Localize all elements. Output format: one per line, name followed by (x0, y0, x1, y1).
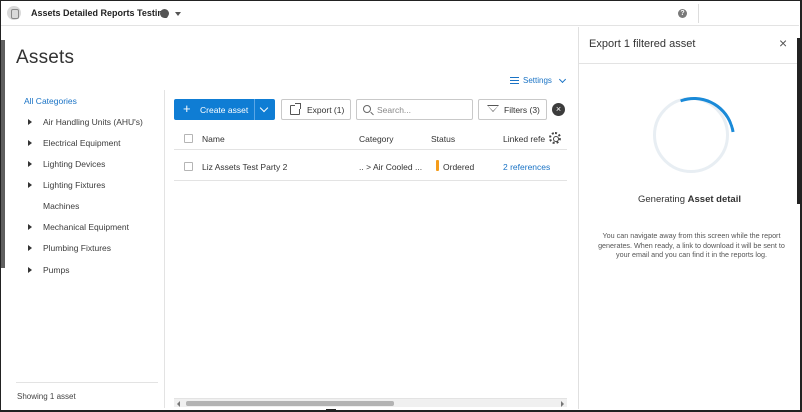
expand-arrow-icon[interactable] (28, 119, 32, 125)
sidebar-item-label: Electrical Equipment (43, 138, 121, 148)
asset-status: Ordered (443, 162, 475, 172)
scrollbar-thumb[interactable] (186, 401, 394, 406)
search-input[interactable] (377, 103, 469, 117)
horizontal-scrollbar[interactable] (174, 398, 567, 407)
select-all-checkbox[interactable] (184, 134, 193, 143)
panel-scrollbar[interactable] (797, 38, 800, 204)
loading-spinner (653, 97, 729, 173)
scroll-left-icon[interactable] (177, 401, 180, 407)
divider (254, 99, 255, 120)
project-title[interactable]: Assets Detailed Reports Testing (31, 8, 168, 18)
chevron-down-icon (558, 75, 566, 83)
expand-arrow-icon[interactable] (28, 182, 32, 188)
expand-arrow-icon[interactable] (28, 140, 32, 146)
sidebar-item-label: Machines (43, 201, 80, 211)
scroll-right-icon[interactable] (561, 401, 564, 407)
export-note: You can navigate away from this screen w… (598, 231, 785, 260)
expand-arrow-icon[interactable] (28, 224, 32, 230)
generating-prefix: Generating (638, 194, 688, 205)
linked-references-link[interactable]: 2 references (503, 162, 550, 172)
gear-icon[interactable] (549, 132, 561, 144)
asset-name[interactable]: Liz Assets Test Party 2 (202, 162, 287, 172)
export-panel: Export 1 filtered asset × Generating Ass… (578, 27, 800, 409)
expand-arrow-icon[interactable] (28, 245, 32, 251)
divider (698, 4, 699, 23)
create-asset-label: Create asset (200, 105, 249, 115)
sidebar-item-label: Pumps (43, 265, 70, 275)
expand-arrow-icon[interactable] (28, 267, 32, 273)
search-box[interactable] (356, 99, 473, 120)
column-header-status[interactable]: Status (431, 134, 455, 144)
result-count: Showing 1 asset (17, 392, 76, 401)
sidebar-item-label: Air Handling Units (AHU's) (43, 117, 143, 127)
app-logo-icon[interactable] (7, 6, 21, 20)
search-icon (363, 105, 371, 113)
filters-button[interactable]: Filters (3) (478, 99, 547, 120)
close-icon[interactable]: × (779, 36, 787, 50)
export-icon (290, 103, 301, 115)
settings-label: Settings (523, 76, 552, 85)
globe-icon[interactable] (160, 9, 169, 18)
sliders-icon (510, 76, 519, 85)
category-sidebar: All Categories Air Handling Units (AHU's… (6, 90, 165, 408)
top-bar: Assets Detailed Reports Testing ? (1, 1, 799, 26)
divider (579, 63, 800, 64)
export-label: Export (1) (307, 105, 345, 115)
chevron-down-icon[interactable] (259, 103, 269, 113)
left-edge-bar (1, 40, 5, 268)
column-header-linked[interactable]: Linked refe (503, 134, 545, 144)
column-header-name[interactable]: Name (202, 134, 225, 144)
row-checkbox[interactable] (184, 162, 193, 171)
settings-button[interactable]: Settings (510, 75, 566, 85)
plus-icon: + (183, 101, 191, 116)
filter-icon (487, 105, 499, 112)
table-row[interactable]: Liz Assets Test Party 2 .. > Air Cooled … (174, 153, 567, 181)
sidebar-item-label: Lighting Devices (43, 159, 106, 169)
create-asset-button[interactable]: + Create asset (174, 99, 275, 120)
export-button[interactable]: Export (1) (281, 99, 351, 120)
status-indicator (436, 160, 439, 171)
sidebar-item-label: Lighting Fixtures (43, 180, 106, 190)
expand-arrow-icon[interactable] (28, 161, 32, 167)
filters-label: Filters (3) (504, 105, 540, 115)
divider (16, 382, 158, 383)
sidebar-item-all-categories[interactable]: All Categories (24, 96, 77, 106)
clear-filters-icon[interactable]: × (552, 103, 565, 116)
sidebar-item-label: Mechanical Equipment (43, 222, 129, 232)
asset-category: .. > Air Cooled ... (359, 162, 423, 172)
column-header-category[interactable]: Category (359, 134, 394, 144)
report-type: Asset detail (687, 194, 741, 205)
generating-status: Generating Asset detail (579, 194, 800, 205)
sidebar-item-label: Plumbing Fixtures (43, 243, 112, 253)
help-icon[interactable]: ? (678, 9, 687, 18)
table-header: Name Category Status Linked refe (174, 128, 567, 150)
chevron-down-icon[interactable] (175, 12, 181, 16)
panel-title: Export 1 filtered asset (589, 38, 696, 50)
page-title: Assets (16, 47, 75, 68)
